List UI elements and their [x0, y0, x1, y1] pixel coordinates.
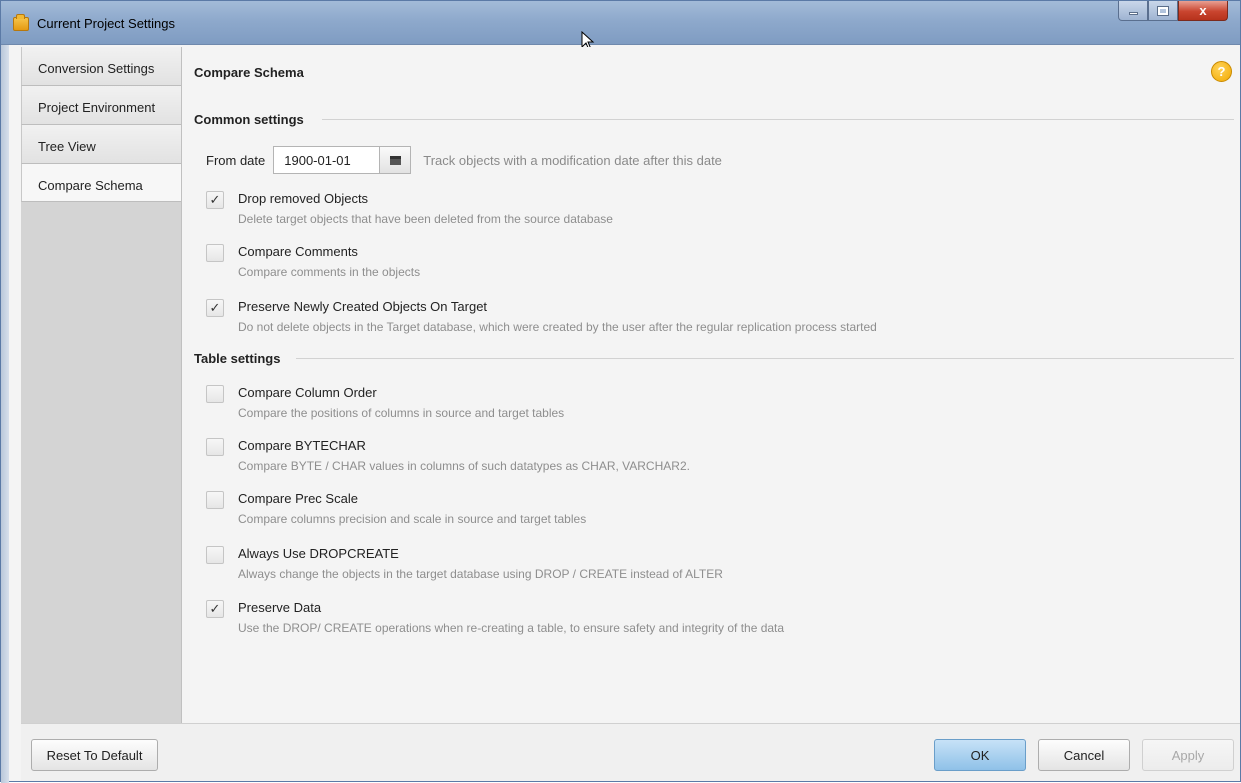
option-description: Delete target objects that have been del… [238, 212, 613, 226]
maximize-icon [1158, 6, 1168, 15]
section-divider [296, 358, 1234, 359]
from-date-row: From date Track objects with a modificat… [206, 146, 722, 174]
option-description: Compare BYTE / CHAR values in columns of… [238, 459, 690, 473]
option-label: Preserve Data [238, 600, 322, 615]
close-button[interactable]: x [1178, 1, 1228, 21]
minimize-icon [1128, 12, 1138, 15]
option-description: Do not delete objects in the Target data… [238, 320, 877, 334]
window-frame-edge [1, 45, 9, 783]
maximize-button[interactable] [1148, 1, 1178, 21]
folder-icon [13, 14, 29, 31]
from-date-input[interactable] [273, 146, 381, 174]
option-description: Compare the positions of columns in sour… [238, 406, 565, 420]
compare-bytechar-checkbox[interactable] [206, 438, 224, 456]
check-icon: ✓ [209, 601, 221, 616]
sidebar-item-label: Compare Schema [38, 178, 143, 193]
sidebar-item-label: Tree View [38, 139, 96, 154]
option-label: Compare BYTECHAR [238, 438, 366, 453]
help-glyph: ? [1217, 64, 1226, 79]
section-divider [322, 119, 1234, 120]
apply-button[interactable]: Apply [1142, 739, 1234, 771]
option-label: Always Use DROPCREATE [238, 546, 399, 561]
date-picker-button[interactable] [380, 146, 412, 174]
window-controls: x [1118, 1, 1228, 23]
sidebar-item-project-environment[interactable]: Project Environment [21, 86, 181, 125]
sidebar-item-label: Conversion Settings [38, 61, 155, 76]
settings-window: Current Project Settings x Conversion Se… [0, 0, 1241, 783]
drop-removed-objects-checkbox[interactable]: ✓ [206, 191, 224, 209]
option-description: Always change the objects in the target … [238, 567, 723, 581]
option-label: Drop removed Objects [238, 191, 369, 206]
title-bar[interactable]: Current Project Settings x [1, 1, 1240, 51]
sidebar-item-tree-view[interactable]: Tree View [21, 125, 181, 164]
always-use-dropcreate-checkbox[interactable] [206, 546, 224, 564]
close-icon: x [1199, 3, 1207, 18]
ok-button[interactable]: OK [934, 739, 1026, 771]
window-title: Current Project Settings [37, 16, 176, 31]
common-settings-header: Common settings [194, 112, 304, 127]
help-icon[interactable]: ? [1211, 61, 1232, 82]
option-label: Preserve Newly Created Objects On Target [238, 299, 488, 314]
cancel-button[interactable]: Cancel [1038, 739, 1130, 771]
preserve-newly-created-objects-checkbox[interactable]: ✓ [206, 299, 224, 317]
option-description: Use the DROP/ CREATE operations when re-… [238, 621, 785, 635]
compare-prec-scale-checkbox[interactable] [206, 491, 224, 509]
compare-column-order-checkbox[interactable] [206, 385, 224, 403]
from-date-label: From date [206, 152, 266, 168]
sidebar-item-compare-schema[interactable]: Compare Schema [21, 164, 181, 202]
calendar-icon [389, 155, 401, 165]
option-label: Compare Comments [238, 244, 358, 259]
option-description: Compare comments in the objects [238, 265, 421, 279]
dialog-footer: Reset To Default OK Cancel Apply [21, 723, 1240, 781]
page-title: Compare Schema [194, 65, 304, 80]
compare-comments-checkbox[interactable] [206, 244, 224, 262]
option-label: Compare Prec Scale [238, 491, 358, 506]
reset-to-default-button[interactable]: Reset To Default [31, 739, 158, 771]
settings-sidebar: Conversion Settings Project Environment … [21, 47, 182, 723]
sidebar-item-conversion-settings[interactable]: Conversion Settings [21, 47, 181, 86]
option-description: Compare columns precision and scale in s… [238, 512, 587, 526]
preserve-data-checkbox[interactable]: ✓ [206, 600, 224, 618]
minimize-button[interactable] [1118, 1, 1148, 21]
settings-content: Compare Schema ? Common settings From da… [182, 47, 1240, 723]
check-icon: ✓ [209, 192, 221, 207]
from-date-hint: Track objects with a modification date a… [423, 152, 722, 168]
sidebar-item-label: Project Environment [38, 100, 156, 115]
option-label: Compare Column Order [238, 385, 377, 400]
table-settings-header: Table settings [194, 351, 281, 366]
check-icon: ✓ [209, 300, 221, 315]
